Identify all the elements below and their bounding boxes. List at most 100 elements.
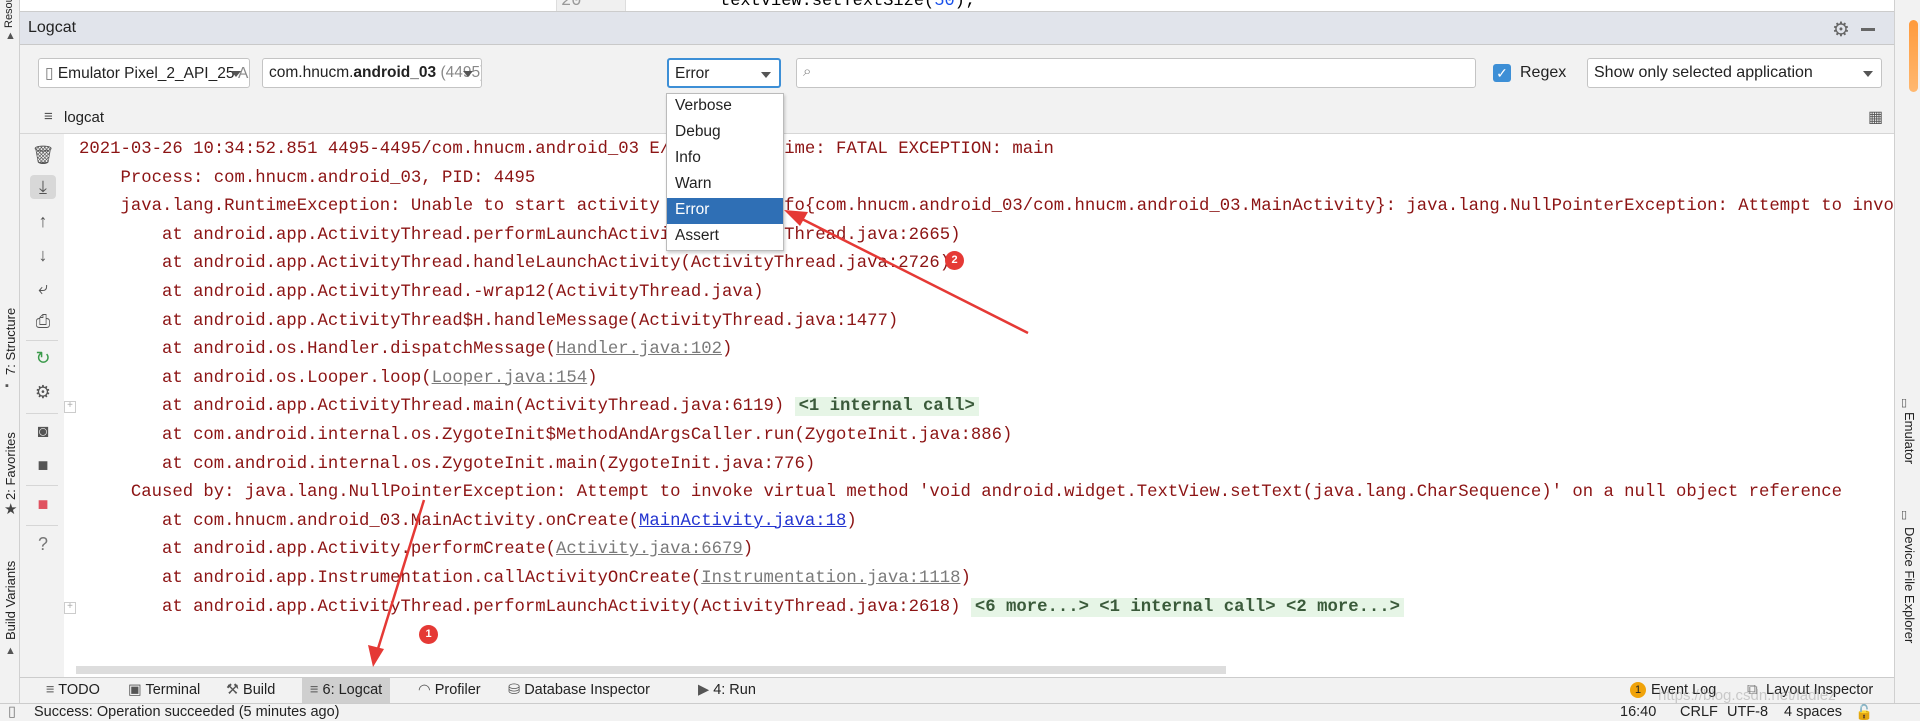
log-line: Process: com.hnucm.android_03, PID: 4495: [79, 165, 535, 193]
level-option-info[interactable]: Info: [667, 146, 783, 172]
device-explorer-icon: ▯: [1901, 509, 1908, 521]
restart-icon[interactable]: ↻: [30, 346, 56, 370]
tab-profiler[interactable]: ◠ Profiler: [410, 678, 489, 704]
file-encoding[interactable]: UTF-8: [1727, 704, 1768, 720]
editor-strip: 20 textView.setTextSize(50);: [20, 0, 1894, 12]
log-output[interactable]: 2021-03-26 10:34:52.851 4495-4495/com.hn…: [64, 134, 1894, 667]
folded-frames[interactable]: <1 internal call>: [794, 397, 979, 417]
arrow-up-icon[interactable]: ↑: [30, 209, 56, 233]
level-option-warn[interactable]: Warn: [667, 172, 783, 198]
lock-icon[interactable]: 🔓: [1855, 704, 1873, 721]
tool-window-bar: ≡ TODO ▣ Terminal ⚒ Build ≡ 6: Logcat ◠ Prof…: [20, 677, 1894, 704]
source-link[interactable]: Instrumentation.java:1118: [701, 569, 960, 588]
log-text: ): [742, 540, 754, 560]
log-text: at android.app.ActivityThread.performLau…: [161, 597, 961, 617]
annotation-badge-1: 1: [419, 625, 438, 644]
favorites-tab[interactable]: 2: Favorites: [3, 432, 18, 500]
log-text: ): [960, 569, 971, 588]
source-link[interactable]: Looper.java:154: [432, 369, 588, 388]
source-link[interactable]: Handler.java:102: [556, 340, 722, 359]
logcat-toolbar: ▯ Emulator Pixel_2_API_25 Android com.hn…: [20, 45, 1894, 101]
horizontal-scrollbar[interactable]: [64, 664, 1894, 677]
stop-icon[interactable]: ■: [30, 492, 56, 516]
help-icon[interactable]: ?: [30, 532, 56, 556]
tab-label: TODO: [58, 682, 100, 698]
log-line: at com.android.internal.os.ZygoteInit$Me…: [79, 422, 1012, 450]
log-level-selector[interactable]: Error: [667, 58, 781, 88]
filter-selector[interactable]: Show only selected application: [1587, 58, 1882, 88]
level-option-error[interactable]: Error: [667, 198, 783, 224]
trash-icon[interactable]: 🗑: [30, 143, 56, 167]
tab-build[interactable]: ⚒ Build: [218, 678, 283, 704]
logcat-tab[interactable]: logcat: [64, 109, 104, 126]
resource-manager-tab[interactable]: Resource Manager: [3, 0, 15, 28]
level-option-debug[interactable]: Debug: [667, 120, 783, 146]
print-icon[interactable]: ⎙: [30, 309, 56, 333]
device-file-explorer-tab[interactable]: Device File Explorer: [1902, 527, 1917, 643]
log-text: at com.hnucm.android_03.MainActivity.onC…: [161, 511, 639, 531]
logcat-icon: ≡: [310, 682, 323, 698]
line-separator[interactable]: CRLF: [1680, 704, 1718, 720]
tab-logcat[interactable]: ≡ 6: Logcat: [302, 678, 391, 704]
log-text: ): [587, 368, 598, 388]
log-text: Caused by: java.lang.NullPointerExceptio…: [130, 483, 1842, 503]
cursor-position[interactable]: 16:40: [1620, 704, 1656, 720]
divider: [26, 525, 58, 526]
expand-icon[interactable]: +: [64, 601, 76, 614]
log-text: ): [721, 340, 733, 360]
build-variants-tab[interactable]: Build Variants: [3, 561, 18, 640]
database-inspector-icon: ⛁: [508, 682, 525, 698]
scroll-to-end-icon[interactable]: ⤓: [30, 175, 56, 199]
log-line: at android.app.ActivityThread.handleLaun…: [79, 250, 950, 278]
tab-run[interactable]: ▶ 4: Run: [690, 678, 764, 704]
app-selector[interactable]: com.hnucm.android_03 (4495): [262, 58, 482, 88]
divider: [26, 485, 58, 486]
tab-terminal[interactable]: ▣ Terminal: [120, 678, 208, 704]
minimize-icon[interactable]: [1861, 28, 1875, 31]
regex-checkbox[interactable]: ✓: [1493, 64, 1511, 82]
search-input[interactable]: ⌕: [796, 58, 1476, 88]
status-bar: ▯ Success: Operation succeeded (5 minute…: [0, 703, 1920, 721]
status-message[interactable]: Success: Operation succeeded (5 minutes …: [34, 704, 339, 720]
soft-wrap-icon[interactable]: ⤶: [30, 276, 56, 300]
level-option-verbose[interactable]: Verbose: [667, 94, 783, 120]
log-text: at com.android.internal.os.ZygoteInit$Me…: [161, 426, 1013, 445]
vertical-scrollbar[interactable]: [1909, 20, 1918, 92]
layout-icon[interactable]: ▦: [1868, 107, 1883, 127]
log-text: at android.os.Looper.loop(: [161, 368, 432, 388]
expand-icon[interactable]: +: [64, 401, 76, 414]
tab-label: 4: Run: [713, 682, 756, 698]
gear-icon[interactable]: ⚙: [1832, 17, 1850, 42]
log-line: at android.os.Handler.dispatchMessage(Ha…: [79, 336, 732, 364]
log-line: at com.android.internal.os.ZygoteInit.ma…: [79, 451, 815, 479]
emulator-tab[interactable]: Emulator: [1902, 412, 1917, 464]
log-text: 2021-03-26 10:34:52.851 4495-4495/com.hn…: [79, 140, 1054, 159]
device-icon: ▯: [45, 65, 54, 82]
log-text: at com.android.internal.os.ZygoteInit.ma…: [161, 454, 816, 474]
device-selector[interactable]: ▯ Emulator Pixel_2_API_25 Android: [38, 58, 250, 88]
log-text: at android.app.ActivityThread.handleLaun…: [161, 254, 951, 274]
profiler-icon: ◠: [418, 682, 435, 698]
level-option-assert[interactable]: Assert: [667, 224, 783, 250]
tab-label: 6: Logcat: [322, 682, 383, 698]
app-pid: (4495): [440, 64, 482, 81]
source-link[interactable]: Activity.java:6679: [556, 540, 743, 559]
log-line: at android.app.ActivityThread.performLau…: [79, 594, 1405, 622]
arrow-down-icon[interactable]: ↓: [30, 243, 56, 267]
gear-icon[interactable]: ⚙: [30, 380, 56, 404]
tab-database-inspector[interactable]: ⛁ Database Inspector: [500, 678, 658, 704]
camera-icon[interactable]: ◙: [30, 419, 56, 443]
video-icon[interactable]: ■: [30, 453, 56, 477]
source-link[interactable]: MainActivity.java:18: [639, 512, 846, 531]
log-line: at android.app.Activity.performCreate(Ac…: [79, 536, 753, 564]
search-icon: ⌕: [803, 63, 812, 80]
build-icon: ⚒: [226, 682, 244, 698]
scrollbar-thumb[interactable]: [76, 666, 1226, 674]
structure-tab[interactable]: 7: Structure: [3, 308, 18, 375]
log-text: at android.app.ActivityThread.-wrap12(Ac…: [161, 283, 764, 302]
tab-todo[interactable]: ≡ TODO: [38, 678, 108, 704]
code-line: textView.setTextSize(50);: [720, 0, 975, 11]
log-text: ): [846, 511, 857, 531]
folded-frames[interactable]: <6 more...> <1 internal call> <2 more...…: [970, 597, 1405, 617]
indent-setting[interactable]: 4 spaces: [1784, 704, 1842, 720]
